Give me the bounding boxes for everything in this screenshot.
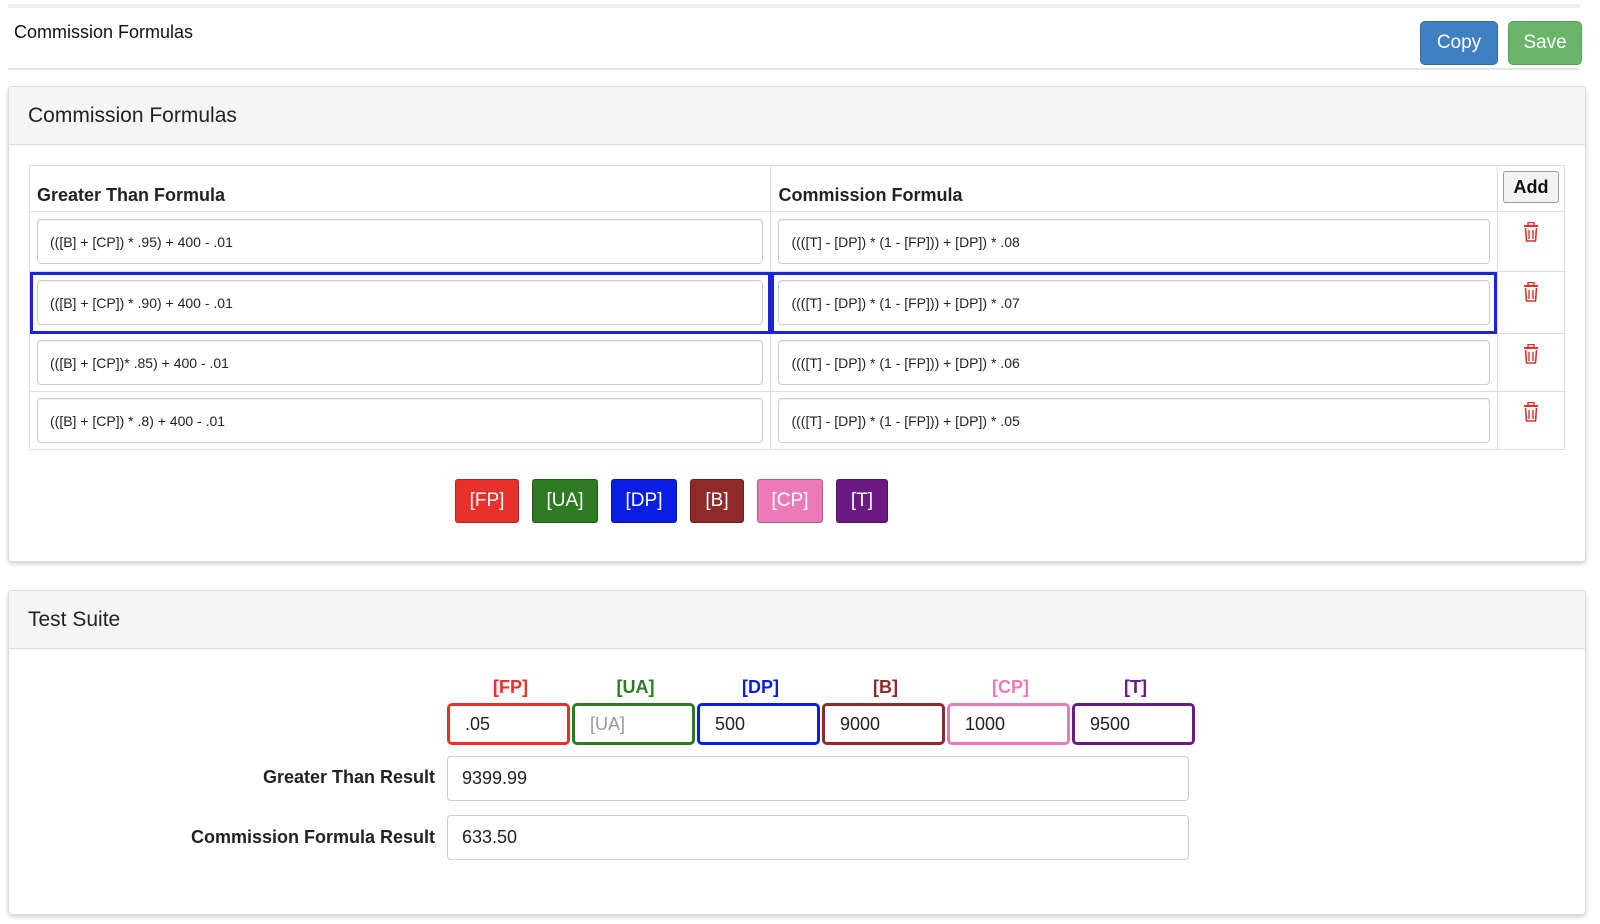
top-header: Commission Formulas Copy Save <box>8 4 1582 70</box>
add-row-button[interactable]: Add <box>1502 170 1559 203</box>
variable-input[interactable] <box>947 703 1070 745</box>
save-button[interactable]: Save <box>1508 21 1582 65</box>
commission-result-field[interactable] <box>447 815 1189 860</box>
delete-cell <box>1496 391 1566 450</box>
commission-cell <box>770 271 1498 334</box>
greater-than-formula-input[interactable] <box>37 219 764 264</box>
variable-label: [T] <box>1124 677 1147 697</box>
variable-input[interactable] <box>572 703 695 745</box>
token-button[interactable]: [CP] <box>757 479 823 523</box>
token-button[interactable]: [DP] <box>611 479 677 523</box>
greater-than-formula-input[interactable] <box>37 398 764 443</box>
commission-formulas-panel: Commission Formulas Greater Than Formula… <box>8 86 1586 562</box>
variable-input[interactable] <box>697 703 820 745</box>
variable-inputs <box>447 703 1195 745</box>
commission-cell <box>770 333 1498 392</box>
commission-cell <box>770 211 1498 272</box>
formula-row <box>28 391 1566 450</box>
trash-icon[interactable] <box>1523 221 1539 242</box>
variable-label: [DP] <box>742 677 779 697</box>
token-button[interactable]: [FP] <box>455 479 519 523</box>
greater-than-formula-input[interactable] <box>37 340 764 385</box>
test-suite-panel: Test Suite [FP] [UA] [DP] [B] [CP] [T] Greate… <box>8 590 1586 915</box>
variable-input[interactable] <box>1072 703 1195 745</box>
token-button[interactable]: [B] <box>690 479 744 523</box>
token-button[interactable]: [T] <box>836 479 888 523</box>
formulas-table: Greater Than Formula Commission Formula … <box>28 165 1566 450</box>
panel-title: Commission Formulas <box>9 87 1585 145</box>
trash-icon[interactable] <box>1523 343 1539 364</box>
commission-formula-input[interactable] <box>778 219 1490 264</box>
variable-label: [B] <box>873 677 898 697</box>
greater-than-cell <box>28 391 772 450</box>
greater-than-result-label: Greater Than Result <box>262 767 435 787</box>
greater-than-cell <box>28 333 772 392</box>
commission-formula-input[interactable] <box>778 280 1490 325</box>
commission-cell <box>770 391 1498 450</box>
formula-row <box>28 333 1566 392</box>
variable-label: [UA] <box>616 677 655 697</box>
formula-row <box>28 271 1566 334</box>
column-header-commission: Commission Formula <box>770 165 1498 212</box>
delete-cell <box>1496 211 1566 272</box>
variable-token-bar: [FP] [UA] [DP] [B] [CP] [T] <box>455 479 888 523</box>
variable-input[interactable] <box>447 703 570 745</box>
column-header-greater-than: Greater Than Formula <box>28 165 772 212</box>
greater-than-cell <box>28 211 772 272</box>
delete-cell <box>1496 271 1566 334</box>
greater-than-formula-input[interactable] <box>37 280 764 325</box>
greater-than-cell <box>28 271 772 334</box>
page-title: Commission Formulas <box>14 22 194 42</box>
commission-formula-input[interactable] <box>778 340 1490 385</box>
variable-labels: [FP] [UA] [DP] [B] [CP] [T] <box>449 677 1197 698</box>
commission-formula-input[interactable] <box>778 398 1490 443</box>
greater-than-result-field[interactable] <box>447 756 1189 801</box>
commission-result-label: Commission Formula Result <box>190 827 435 847</box>
trash-icon[interactable] <box>1523 281 1539 302</box>
add-column-header: Add <box>1496 165 1566 212</box>
variable-label: [CP] <box>992 677 1029 697</box>
trash-icon[interactable] <box>1523 401 1539 422</box>
copy-button[interactable]: Copy <box>1420 21 1498 65</box>
panel-title: Test Suite <box>9 591 1585 649</box>
token-button[interactable]: [UA] <box>532 479 598 523</box>
variable-input[interactable] <box>822 703 945 745</box>
formula-row <box>28 211 1566 272</box>
variable-label: [FP] <box>493 677 528 697</box>
delete-cell <box>1496 333 1566 392</box>
